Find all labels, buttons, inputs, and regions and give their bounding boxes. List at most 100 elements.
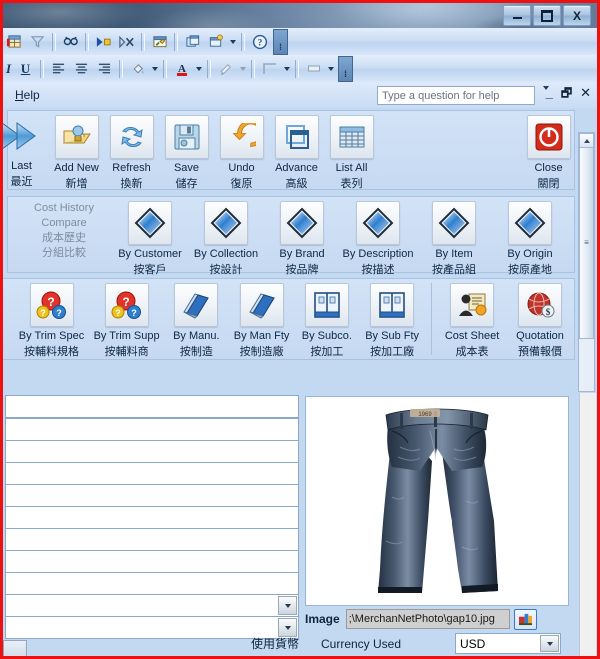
switchboard-button-undo[interactable]: Undo 復原 bbox=[216, 111, 267, 191]
menu-item-help[interactable]: Help bbox=[7, 86, 48, 104]
underline-icon[interactable]: U bbox=[14, 58, 37, 80]
chevron-down-icon[interactable] bbox=[237, 58, 248, 80]
line-color-icon[interactable] bbox=[214, 58, 237, 80]
switchboard-button-by-collection[interactable]: By Collection 按設計 bbox=[188, 197, 264, 277]
align-center-icon[interactable] bbox=[70, 58, 93, 80]
table-icon[interactable] bbox=[3, 31, 26, 53]
toolbar-separator bbox=[40, 60, 44, 78]
scroll-thumb[interactable]: ≡ bbox=[579, 147, 594, 339]
help-icon[interactable]: ? bbox=[248, 31, 271, 53]
switchboard-button-cost-sheet[interactable]: Cost Sheet 成本表 bbox=[438, 279, 506, 359]
detail-field-row[interactable] bbox=[5, 506, 299, 529]
properties-icon[interactable] bbox=[148, 31, 171, 53]
detail-form-scrollbar[interactable] bbox=[579, 393, 596, 659]
detail-left-fields bbox=[3, 393, 299, 643]
chevron-down-icon[interactable] bbox=[227, 31, 238, 53]
detail-field-row[interactable] bbox=[5, 395, 299, 418]
switchboard-button-advance[interactable]: Advance 高級 bbox=[271, 111, 322, 191]
diamond-icon bbox=[280, 201, 324, 245]
detail-field-row[interactable] bbox=[5, 550, 299, 573]
maximize-button[interactable] bbox=[533, 5, 561, 26]
switchboard-button-refresh[interactable]: Refresh 換新 bbox=[106, 111, 157, 191]
switchboard-label-en: Last bbox=[11, 160, 32, 172]
filter-icon[interactable] bbox=[26, 31, 49, 53]
detail-field-row[interactable] bbox=[5, 440, 299, 463]
chevron-down-icon[interactable] bbox=[278, 596, 297, 615]
detail-combo-row[interactable] bbox=[5, 594, 299, 617]
switchboard-button-save[interactable]: Save 儲存 bbox=[161, 111, 212, 191]
mdi-close-icon[interactable]: ✕ bbox=[580, 86, 591, 99]
align-left-icon[interactable] bbox=[47, 58, 70, 80]
special-effect-icon[interactable] bbox=[302, 58, 325, 80]
switchboard-button-clipped-by-item[interactable]: em 述 bbox=[0, 279, 14, 359]
toolbar-overflow-handle-2[interactable]: ⁞ bbox=[338, 56, 353, 82]
switchboard-button-by-manu[interactable]: By Manu. 按制造 bbox=[164, 279, 228, 359]
toolbar-separator bbox=[52, 33, 56, 51]
switchboard-label-en: By Trim Spec bbox=[19, 330, 84, 342]
switchboard-button-by-customer[interactable]: By Customer 按客戶 bbox=[112, 197, 188, 277]
fill-color-icon[interactable] bbox=[126, 58, 149, 80]
menu-bar: Help Type a question for help _ 🗗 ✕ bbox=[3, 82, 597, 109]
switchboard-button-by-description[interactable]: By Description 按描述 bbox=[340, 197, 416, 277]
detail-field-row[interactable] bbox=[5, 572, 299, 595]
detail-field-row[interactable] bbox=[5, 484, 299, 507]
switchboard-button-quotation[interactable]: $ Quotation 預備報價 bbox=[506, 279, 574, 359]
product-image: 1969 bbox=[348, 401, 526, 601]
chevron-down-icon[interactable] bbox=[281, 58, 292, 80]
switchboard-button-by-subco[interactable]: By Subco. 按加工 bbox=[295, 279, 359, 359]
switchboard-label-en: By Item bbox=[435, 248, 472, 260]
switchboard-button-by-origin[interactable]: By Origin 按原產地 bbox=[492, 197, 568, 277]
image-path-input[interactable]: ;\MerchanNetPhoto\gap10.jpg bbox=[346, 609, 510, 629]
switchboard-button-by-trim-spec[interactable]: ??? By Trim Spec 按輔料規格 bbox=[14, 279, 89, 359]
switchboard-button-close[interactable]: Close 關閉 bbox=[523, 111, 574, 191]
find-icon[interactable] bbox=[59, 31, 82, 53]
detail-field-row[interactable] bbox=[5, 418, 299, 441]
svg-text:1969: 1969 bbox=[418, 412, 432, 418]
ask-a-question-placeholder: Type a question for help bbox=[382, 90, 499, 102]
switchboard-button-by-brand[interactable]: By Brand 按品牌 bbox=[264, 197, 340, 277]
minimize-button[interactable] bbox=[503, 5, 531, 26]
switchboard-label-cn: 關閉 bbox=[538, 175, 560, 191]
border-style-icon[interactable] bbox=[258, 58, 281, 80]
chevron-down-icon[interactable] bbox=[540, 635, 559, 652]
align-right-icon[interactable] bbox=[93, 58, 116, 80]
scroll-up-button[interactable] bbox=[579, 133, 594, 148]
chevron-down-icon[interactable] bbox=[149, 58, 160, 80]
switchboard-button-by-trim-supp[interactable]: ??? By Trim Supp 按輔料商 bbox=[89, 279, 164, 359]
run-icon[interactable] bbox=[92, 31, 115, 53]
new-object-dropdown-icon[interactable] bbox=[204, 31, 227, 53]
detail-field-row[interactable] bbox=[5, 462, 299, 485]
mdi-restore-icon[interactable]: 🗗 bbox=[561, 87, 572, 99]
chevron-down-icon[interactable] bbox=[193, 58, 204, 80]
switchboard-label-en: List All bbox=[336, 162, 368, 174]
switchboard-button-by-item[interactable]: By Item 按產品組 bbox=[416, 197, 492, 277]
switchboard-label-cn: 換新 bbox=[121, 175, 143, 191]
switchboard-button-last[interactable]: Last 最近 bbox=[0, 111, 47, 189]
italic-icon-clipped[interactable]: I bbox=[3, 58, 14, 80]
close-button[interactable]: X bbox=[563, 5, 591, 26]
diamond-icon bbox=[432, 201, 476, 245]
switchboard-button-list-all[interactable]: List All 表列 bbox=[326, 111, 377, 191]
delete-record-icon[interactable] bbox=[115, 31, 138, 53]
switchboard-label-en: By Collection bbox=[194, 248, 258, 260]
clipped-toolbar-button[interactable] bbox=[3, 640, 27, 659]
menu-item-help-rest: elp bbox=[24, 88, 40, 102]
switchboard-label-cn: 按加工廠 bbox=[370, 343, 414, 359]
svg-text:?: ? bbox=[56, 308, 62, 318]
font-color-icon[interactable]: A bbox=[170, 58, 193, 80]
toolbar-overflow-handle-1[interactable]: ⁞ bbox=[273, 29, 288, 55]
mdi-minimize-icon[interactable]: _ bbox=[546, 86, 553, 99]
switchboard-scrollbar[interactable]: ≡ bbox=[578, 132, 595, 392]
ask-a-question-input[interactable]: Type a question for help bbox=[377, 86, 535, 105]
window-icon bbox=[370, 283, 414, 327]
switchboard-button-by-sub-fty[interactable]: By Sub Fty 按加工廠 bbox=[359, 279, 425, 359]
switchboard-button-by-man-fty[interactable]: By Man Fty 按制造廠 bbox=[229, 279, 295, 359]
new-object-icon[interactable] bbox=[181, 31, 204, 53]
currency-used-combo[interactable]: USD bbox=[455, 633, 561, 654]
chevron-down-icon[interactable] bbox=[325, 58, 336, 80]
browse-picture-icon[interactable] bbox=[514, 609, 537, 630]
switchboard-button-add-new[interactable]: Add New 新增 bbox=[51, 111, 102, 191]
image-label: Image bbox=[305, 612, 340, 626]
add-new-icon bbox=[55, 115, 99, 159]
detail-field-row[interactable] bbox=[5, 528, 299, 551]
